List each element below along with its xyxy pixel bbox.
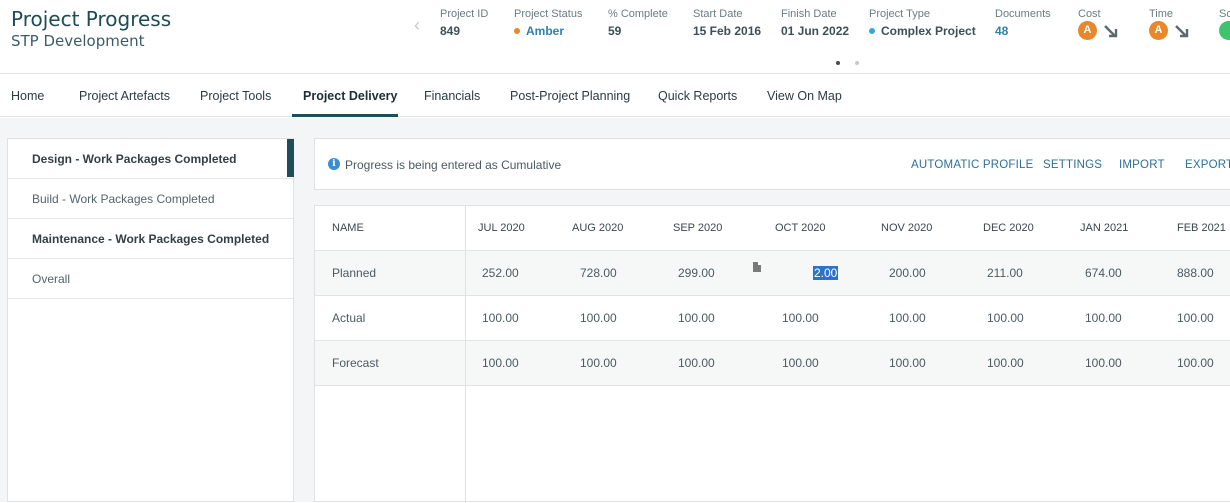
page-title: Project Progress <box>11 7 172 31</box>
value-cell[interactable]: 100.00 <box>678 296 715 341</box>
value-cell[interactable]: 100.00 <box>580 296 617 341</box>
info-icon: i <box>328 158 340 170</box>
tab-home[interactable]: Home <box>11 75 44 117</box>
tab-project-tools[interactable]: Project Tools <box>200 75 271 117</box>
value-cell[interactable]: 100.00 <box>782 341 819 386</box>
value-cell[interactable]: 211.00 <box>987 251 1023 296</box>
progress-sidebar: Design - Work Packages Completed Build -… <box>7 138 294 502</box>
settings-button[interactable]: SETTINGS <box>1043 159 1102 171</box>
value-cell[interactable]: 100.00 <box>987 296 1024 341</box>
page-header: Project Progress STP Development ‹ Proje… <box>0 0 1230 74</box>
month-column-header: AUG 2020 <box>572 222 624 234</box>
pager-dot-active[interactable] <box>836 61 840 65</box>
value-cell[interactable]: 100.00 <box>482 341 519 386</box>
percent-complete-field: % Complete 59 <box>608 8 668 38</box>
cost-rating-badge: A <box>1078 21 1097 40</box>
value-cell[interactable]: 100.00 <box>678 341 715 386</box>
value-cell[interactable]: 674.00 <box>1085 251 1122 296</box>
value-cell[interactable]: 100.00 <box>889 296 926 341</box>
sidebar-item-design[interactable]: Design - Work Packages Completed <box>8 139 294 179</box>
tab-post-project-planning[interactable]: Post-Project Planning <box>510 75 630 117</box>
project-type-value: Complex Project <box>881 24 976 38</box>
value-cell[interactable]: 100.00 <box>482 296 519 341</box>
value-cell[interactable]: 252.00 <box>482 251 519 296</box>
value-cell[interactable]: 200.00 <box>889 251 926 296</box>
month-column-header: OCT 2020 <box>775 222 826 234</box>
value-cell[interactable]: 100.00 <box>580 341 617 386</box>
sidebar-item-maintenance[interactable]: Maintenance - Work Packages Completed <box>8 219 293 259</box>
value-cell[interactable]: 299.00 <box>678 251 715 296</box>
table-row: Actual 100.00 100.00 100.00 100.00 100.0… <box>315 296 1230 341</box>
active-tab-indicator <box>292 114 398 117</box>
scope-rating-badge <box>1219 21 1230 40</box>
value-cell[interactable]: 100.00 <box>1085 341 1122 386</box>
tab-financials[interactable]: Financials <box>424 75 480 117</box>
documents-field: Documents 48 <box>995 8 1051 38</box>
value-cell[interactable]: 100.00 <box>1085 296 1122 341</box>
month-column-header: JUL 2020 <box>478 222 525 234</box>
tab-project-artefacts[interactable]: Project Artefacts <box>79 75 170 117</box>
grid-header-row: NAME JUL 2020 AUG 2020 SEP 2020 OCT 2020… <box>315 206 1230 251</box>
note-document-icon[interactable] <box>753 262 761 272</box>
scope-field: Sc <box>1219 8 1230 40</box>
value-cell[interactable]: 100.00 <box>782 296 819 341</box>
main-tabs: Home Project Artefacts Project Tools Pro… <box>0 75 1230 117</box>
value-cell[interactable]: 888.00 <box>1177 251 1214 296</box>
sidebar-item-overall[interactable]: Overall <box>8 259 293 299</box>
month-column-header: FEB 2021 <box>1177 222 1226 234</box>
value-cell[interactable]: 100.00 <box>1177 296 1214 341</box>
table-row: Planned 252.00 728.00 299.00 2.00 200.00… <box>315 251 1230 296</box>
tab-project-delivery[interactable]: Project Delivery <box>303 75 398 117</box>
project-id-field: Project ID 849 <box>440 8 489 38</box>
time-rating-badge: A <box>1149 21 1168 40</box>
pager-dot[interactable] <box>855 61 859 65</box>
value-cell[interactable]: 728.00 <box>580 251 617 296</box>
project-name: STP Development <box>11 32 145 50</box>
sidebar-item-build[interactable]: Build - Work Packages Completed <box>8 179 293 219</box>
project-status-field: Project Status Amber <box>514 8 583 38</box>
export-button[interactable]: EXPORT <box>1185 159 1230 171</box>
row-name: Actual <box>332 311 366 325</box>
import-button[interactable]: IMPORT <box>1119 159 1165 171</box>
month-column-header: DEC 2020 <box>983 222 1034 234</box>
trend-down-arrow-icon <box>1104 24 1118 37</box>
start-date-field: Start Date 15 Feb 2016 <box>693 8 762 38</box>
trend-down-arrow-icon <box>1175 24 1189 37</box>
tab-quick-reports[interactable]: Quick Reports <box>658 75 737 117</box>
documents-count-link[interactable]: 48 <box>995 24 1051 38</box>
value-cell-editing[interactable]: 2.00 <box>813 251 839 296</box>
value-cell[interactable]: 100.00 <box>987 341 1024 386</box>
selected-value-text[interactable]: 2.00 <box>813 266 839 280</box>
value-cell[interactable]: 100.00 <box>889 341 926 386</box>
finish-date-field: Finish Date 01 Jun 2022 <box>781 8 850 38</box>
project-type-field: Project Type Complex Project <box>869 8 976 38</box>
month-column-header: NOV 2020 <box>881 222 933 234</box>
month-column-header: JAN 2021 <box>1080 222 1129 234</box>
time-field: Time A <box>1149 8 1190 40</box>
automatic-profile-button[interactable]: AUTOMATIC PROFILE <box>911 159 1033 171</box>
type-dot <box>869 27 875 34</box>
main-content: Design - Work Packages Completed Build -… <box>0 118 1230 503</box>
value-cell[interactable]: 100.00 <box>1177 341 1214 386</box>
table-row: Forecast 100.00 100.00 100.00 100.00 100… <box>315 341 1230 386</box>
status-dot <box>514 27 520 34</box>
tab-view-on-map[interactable]: View On Map <box>767 75 842 117</box>
progress-info-bar: i Progress is being entered as Cumulativ… <box>314 138 1230 190</box>
info-message: Progress is being entered as Cumulative <box>345 158 562 172</box>
progress-grid: NAME JUL 2020 AUG 2020 SEP 2020 OCT 2020… <box>314 205 1230 503</box>
status-value[interactable]: Amber <box>526 24 564 38</box>
name-column-header: NAME <box>332 222 364 234</box>
name-column-divider <box>465 206 466 503</box>
row-name: Planned <box>332 266 377 280</box>
chevron-left-icon[interactable]: ‹ <box>414 15 420 36</box>
cost-field: Cost A <box>1078 8 1119 40</box>
month-column-header: SEP 2020 <box>673 222 723 234</box>
header-pager <box>836 52 874 70</box>
row-name: Forecast <box>332 356 379 370</box>
